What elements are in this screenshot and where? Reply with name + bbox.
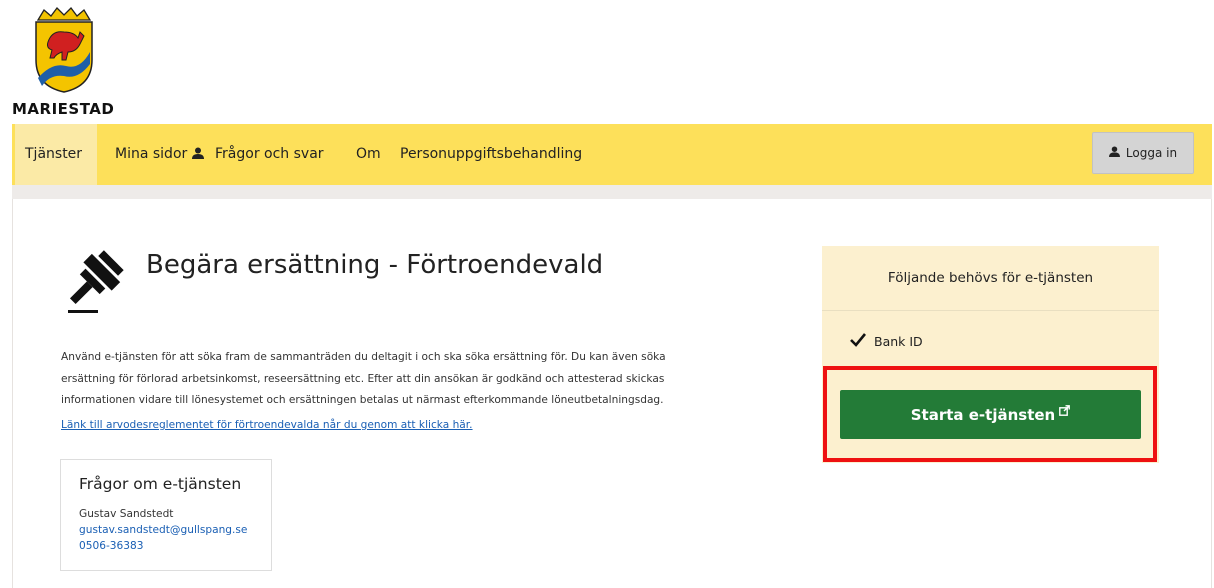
rules-link[interactable]: Länk till arvodesreglementet för förtroe… <box>61 419 473 431</box>
login-button[interactable]: Logga in <box>1092 132 1194 174</box>
nav-item-om[interactable]: Om <box>346 124 391 185</box>
mariestad-logo[interactable]: MARIESTAD <box>12 6 122 118</box>
user-icon <box>192 125 205 186</box>
nav-label: Om <box>356 146 381 162</box>
requirements-heading: Följande behövs för e-tjänsten <box>822 246 1159 311</box>
coat-of-arms-icon <box>35 7 93 93</box>
nav-item-mina-sidor[interactable]: Mina sidor <box>105 124 214 185</box>
requirement-label: Bank ID <box>874 334 923 349</box>
contact-card: Frågor om e-tjänsten Gustav Sandstedt gu… <box>60 459 272 571</box>
checkmark-icon <box>850 333 867 350</box>
nav-item-fragor-och-svar[interactable]: Frågor och svar <box>205 124 334 185</box>
gavel-icon <box>60 248 128 318</box>
content-separator <box>12 185 1212 199</box>
requirement-item: Bank ID <box>850 333 923 350</box>
contact-title: Frågor om e-tjänsten <box>79 475 242 493</box>
login-label: Logga in <box>1125 146 1178 160</box>
nav-label: Tjänster <box>25 146 83 162</box>
user-icon <box>1108 146 1120 160</box>
nav-label: Mina sidor <box>115 146 188 162</box>
contact-email-link[interactable]: gustav.sandstedt@gullspang.se <box>79 524 247 536</box>
nav-item-personuppgiftsbehandling[interactable]: Personuppgiftsbehandling <box>390 124 592 185</box>
brand-wordmark: MARIESTAD <box>12 100 115 118</box>
contact-name: Gustav Sandstedt <box>79 508 174 520</box>
main-navigation: Tjänster Mina sidor Frågor och svar Om P… <box>12 124 1212 185</box>
service-description: Använd e-tjänsten för att söka fram de s… <box>61 351 666 406</box>
nav-item-tjanster[interactable]: Tjänster <box>15 124 97 185</box>
page-title: Begära ersättning - Förtroendevald <box>146 250 604 280</box>
nav-label: Personuppgiftsbehandling <box>400 146 583 162</box>
external-link-icon <box>1059 402 1071 420</box>
start-button-label: Starta e-tjänsten <box>910 405 1056 424</box>
contact-phone-link[interactable]: 0506-36383 <box>79 540 143 552</box>
start-service-button[interactable]: Starta e-tjänsten <box>840 390 1141 439</box>
nav-label: Frågor och svar <box>215 146 324 162</box>
